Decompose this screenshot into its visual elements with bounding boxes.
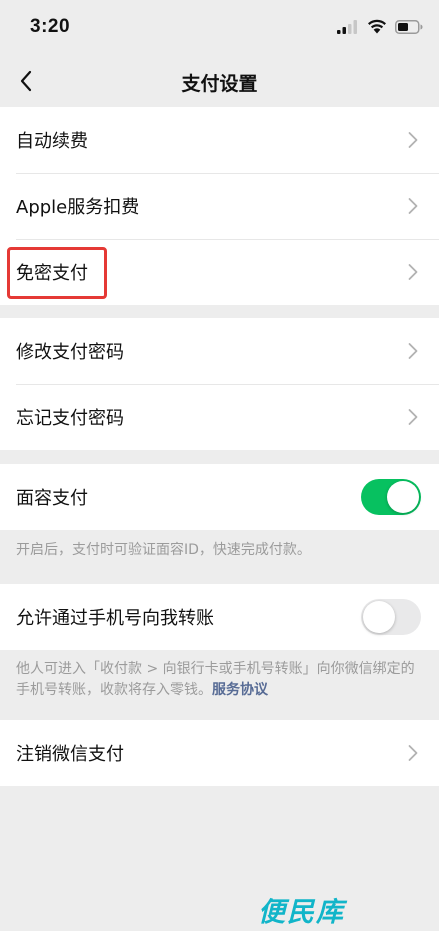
toggle-knob [387,481,419,513]
highlight-box [7,247,107,299]
chevron-right-icon [408,132,418,148]
apple-service-deduction-label: Apple服务扣费 [16,197,140,218]
apple-service-deduction-row[interactable]: Apple服务扣费 [0,173,439,239]
page-title: 支付设置 [181,73,258,95]
wifi-icon [367,19,387,38]
phone-transfer-row: 允许通过手机号向我转账 [0,584,439,650]
auto-renewal-label: 自动续费 [16,131,88,152]
cancel-wechat-pay-label: 注销微信支付 [16,744,124,765]
face-pay-group: 面容支付 [0,464,439,530]
forgot-password-row[interactable]: 忘记支付密码 [0,384,439,450]
chevron-right-icon [408,343,418,359]
auto-renewal-row[interactable]: 自动续费 [0,107,439,173]
cancel-wechat-pay-row[interactable]: 注销微信支付 [0,720,439,786]
change-password-label: 修改支付密码 [16,342,124,363]
nav-bar: 支付设置 [0,55,439,107]
watermark: 便民库 [258,897,345,928]
phone-transfer-description: 他人可进入「收付款 > 向银行卡或手机号转账」向你微信绑定的手机号转账，收款将存… [16,659,416,701]
face-pay-toggle[interactable] [361,479,421,515]
phone-transfer-toggle[interactable] [361,599,421,635]
password-group: 修改支付密码 忘记支付密码 [0,318,439,450]
chevron-right-icon [408,198,418,214]
phone-transfer-label: 允许通过手机号向我转账 [16,608,214,629]
status-bar: 3:20 [0,0,439,55]
status-time: 3:20 [30,16,71,37]
forgot-password-label: 忘记支付密码 [16,408,124,429]
service-agreement-link[interactable]: 服务协议 [212,682,268,698]
phone-transfer-group: 允许通过手机号向我转账 [0,584,439,650]
signal-icon [337,19,359,38]
chevron-right-icon [408,409,418,425]
battery-icon [395,19,423,38]
chevron-right-icon [408,264,418,280]
cancel-group: 注销微信支付 [0,720,439,786]
chevron-right-icon [408,745,418,761]
face-pay-row: 面容支付 [0,464,439,530]
face-pay-description: 开启后，支付时可验证面容ID，快速完成付款。 [16,542,311,558]
change-password-row[interactable]: 修改支付密码 [0,318,439,384]
face-pay-label: 面容支付 [16,488,88,509]
toggle-knob [363,601,395,633]
status-icons [337,18,423,38]
